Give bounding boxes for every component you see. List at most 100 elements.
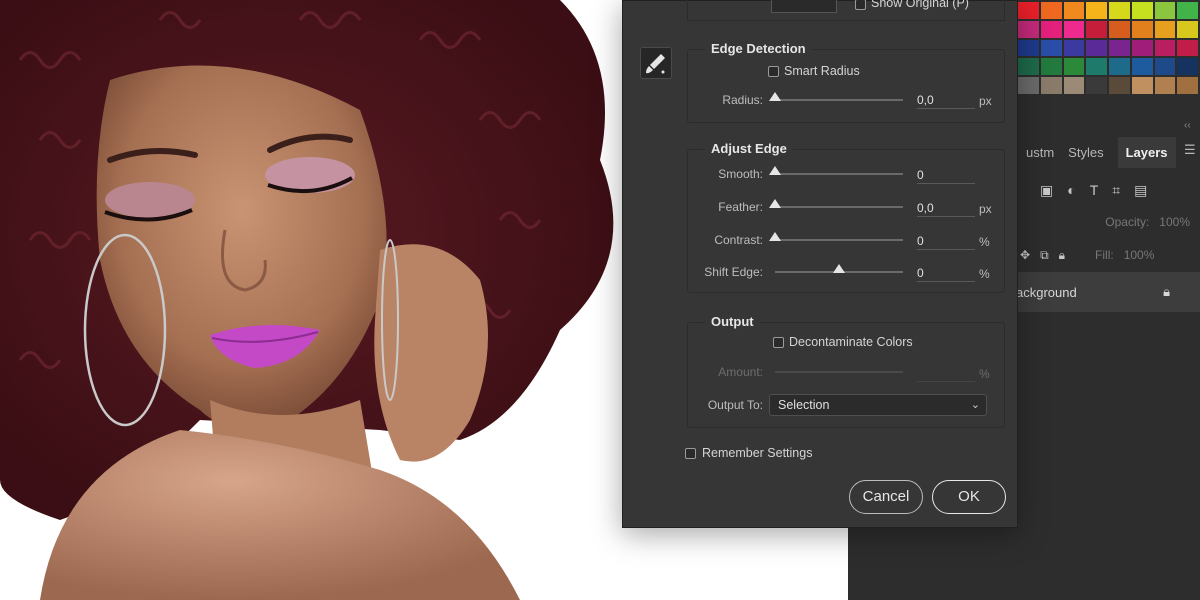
color-swatch[interactable] (1109, 2, 1130, 19)
color-swatch[interactable] (1154, 77, 1176, 94)
fill-value[interactable]: 100% (1124, 248, 1155, 262)
color-swatch[interactable] (1177, 77, 1198, 94)
color-swatch[interactable] (1154, 20, 1176, 38)
opacity-value[interactable]: 100% (1159, 215, 1190, 229)
ok-button[interactable]: OK (932, 480, 1006, 514)
remember-settings-label: Remember Settings (702, 446, 813, 460)
smart-radius-checkbox[interactable] (768, 66, 779, 77)
color-swatch[interactable] (1040, 39, 1062, 57)
color-swatch[interactable] (1018, 39, 1039, 57)
smooth-value[interactable]: 0 (917, 167, 975, 184)
color-swatch[interactable] (1131, 2, 1153, 19)
radius-label: Radius: (722, 93, 763, 107)
select-and-mask-dialog: Show Original (P) Edge Detection Smart R… (622, 0, 1018, 528)
color-swatch[interactable] (1063, 39, 1085, 57)
show-original-label: Show Original (P) (871, 0, 969, 10)
amount-slider-track (775, 371, 903, 373)
color-swatch[interactable] (1018, 77, 1039, 94)
color-swatch[interactable] (1177, 20, 1198, 38)
swatches-panel[interactable] (1016, 0, 1200, 96)
layer-filter-toolbar: ▣ ◐ T ⌗ ▤ (1016, 178, 1200, 202)
type-filter-icon[interactable]: T (1090, 182, 1099, 198)
color-swatch[interactable] (1086, 77, 1107, 94)
color-swatch[interactable] (1040, 20, 1062, 38)
color-swatch[interactable] (1040, 77, 1062, 94)
color-swatch[interactable] (1177, 2, 1198, 19)
collapse-panel-icon[interactable]: ‹‹ (1184, 120, 1191, 131)
adjustment-filter-icon[interactable]: ◐ (1067, 182, 1075, 198)
color-swatch[interactable] (1109, 39, 1130, 57)
color-swatch[interactable] (1063, 20, 1085, 38)
edge-detection-section (687, 49, 1005, 123)
color-swatch[interactable] (1131, 39, 1153, 57)
fill-label: Fill: (1095, 248, 1114, 262)
artboard-lock-icon[interactable]: ⧉ (1040, 248, 1049, 263)
color-swatch[interactable] (1109, 20, 1130, 38)
color-swatch[interactable] (1154, 39, 1176, 57)
tab-styles[interactable]: Styles (1068, 145, 1103, 160)
color-swatch[interactable] (1177, 39, 1198, 57)
opacity-row: Opacity: 100% (1016, 210, 1200, 234)
decontaminate-colors-checkbox[interactable] (773, 337, 784, 348)
smooth-label: Smooth: (718, 167, 763, 181)
color-swatch[interactable] (1086, 58, 1107, 76)
refine-edge-brush-icon[interactable] (640, 47, 672, 79)
smooth-slider-thumb[interactable] (769, 166, 781, 175)
color-swatch[interactable] (1018, 2, 1039, 19)
show-original-checkbox[interactable] (855, 0, 866, 10)
remember-settings-checkbox[interactable] (685, 448, 696, 459)
color-swatch[interactable] (1131, 58, 1153, 76)
contrast-value[interactable]: 0 (917, 233, 975, 250)
shift-edge-value[interactable]: 0 (917, 265, 975, 282)
color-swatch[interactable] (1018, 58, 1039, 76)
output-to-select[interactable]: Selection ⌄ (769, 394, 987, 416)
shift-edge-slider-thumb[interactable] (833, 264, 845, 273)
color-swatch[interactable] (1040, 2, 1062, 19)
feather-unit: px (979, 202, 992, 216)
panel-menu-icon[interactable]: ☰ (1184, 142, 1196, 158)
feather-slider-thumb[interactable] (769, 199, 781, 208)
feather-slider-track[interactable] (775, 206, 903, 208)
amount-value (917, 365, 975, 382)
lock-all-icon[interactable]: 🔒︎ (1059, 248, 1065, 263)
smart-object-filter-icon[interactable]: ▤ (1134, 182, 1147, 199)
shift-edge-label: Shift Edge: (704, 265, 763, 279)
cancel-button[interactable]: Cancel (849, 480, 923, 514)
color-swatch[interactable] (1154, 2, 1176, 19)
smooth-slider-track[interactable] (775, 173, 903, 175)
amount-unit: % (979, 367, 990, 381)
tab-custom[interactable]: ustm (1026, 145, 1054, 160)
color-swatch[interactable] (1086, 39, 1107, 57)
color-swatch[interactable] (1154, 58, 1176, 76)
layer-row-background[interactable]: ackground 🔒︎ (1016, 272, 1200, 312)
color-swatch[interactable] (1040, 58, 1062, 76)
feather-value[interactable]: 0,0 (917, 200, 975, 217)
color-swatch[interactable] (1018, 20, 1039, 38)
shape-filter-icon[interactable]: ⌗ (1112, 182, 1120, 199)
smart-radius-label: Smart Radius (784, 64, 860, 78)
contrast-slider-thumb[interactable] (769, 232, 781, 241)
color-swatch[interactable] (1063, 77, 1085, 94)
color-swatch[interactable] (1063, 2, 1085, 19)
image-filter-icon[interactable]: ▣ (1040, 182, 1053, 199)
radius-slider-track[interactable] (775, 99, 903, 101)
feather-label: Feather: (718, 200, 763, 214)
fill-row: ✥ ⧉ 🔒︎ Fill: 100% (1016, 243, 1200, 267)
color-swatch[interactable] (1109, 58, 1130, 76)
chevron-down-icon: ⌄ (970, 399, 980, 411)
radius-slider-thumb[interactable] (769, 92, 781, 101)
color-swatch[interactable] (1131, 77, 1153, 94)
portrait-illustration (0, 0, 614, 600)
color-swatch[interactable] (1063, 58, 1085, 76)
contrast-slider-track[interactable] (775, 239, 903, 241)
color-swatch[interactable] (1109, 77, 1130, 94)
color-swatch[interactable] (1086, 20, 1107, 38)
amount-label: Amount: (718, 365, 763, 379)
move-lock-icon[interactable]: ✥ (1020, 248, 1030, 262)
color-swatch[interactable] (1177, 58, 1198, 76)
tab-layers[interactable]: Layers (1117, 136, 1176, 168)
radius-value[interactable]: 0,0 (917, 92, 975, 109)
view-mode-thumbnail[interactable] (771, 0, 837, 13)
color-swatch[interactable] (1131, 20, 1153, 38)
color-swatch[interactable] (1086, 2, 1107, 19)
